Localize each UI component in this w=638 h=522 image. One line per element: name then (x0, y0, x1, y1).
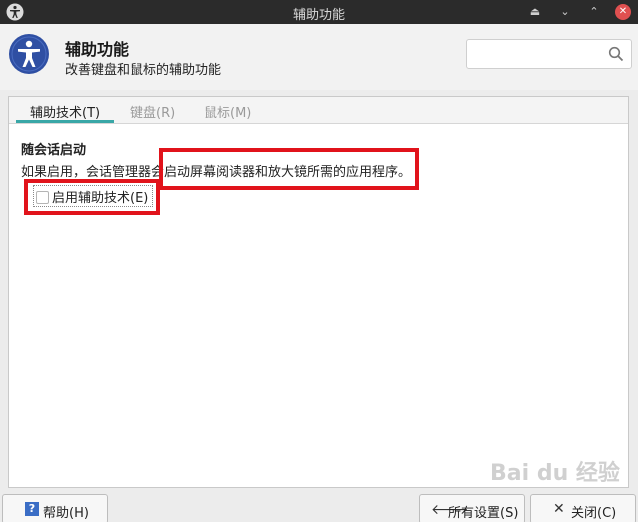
dialog-header: 辅助功能 改善键盘和鼠标的辅助功能 (0, 24, 638, 90)
close-icon: ✕ (553, 501, 565, 517)
tab-mouse[interactable]: 鼠标(M) (204, 102, 251, 121)
all-settings-button-label: 所有设置(S) (448, 506, 519, 521)
search-input[interactable] (473, 45, 603, 63)
page-title: 辅助功能 (65, 40, 130, 59)
watermark: Bai du 经验 (490, 461, 620, 486)
annotation-highlight-box (159, 148, 419, 190)
page-subtitle: 改善键盘和鼠标的辅助功能 (65, 63, 222, 78)
minimize-icon[interactable]: ⏏ (527, 4, 543, 20)
all-settings-button[interactable]: 🡐 所有设置(S) (419, 494, 525, 522)
maximize-icon[interactable]: ⌃ (586, 4, 602, 20)
tab-assistive-tech[interactable]: 辅助技术(T) (30, 102, 100, 121)
close-button[interactable]: ✕ 关闭(C) (530, 494, 636, 522)
window-titlebar: 辅助功能 ⏏ ⌄ ⌃ ✕ (0, 0, 638, 24)
search-icon[interactable] (608, 46, 624, 62)
help-button-label: 帮助(H) (43, 506, 89, 521)
active-tab-indicator (16, 120, 114, 123)
close-icon[interactable]: ✕ (615, 4, 631, 20)
tab-keyboard[interactable]: 键盘(R) (130, 102, 175, 121)
restore-icon[interactable]: ⌄ (557, 4, 573, 20)
accessibility-icon (9, 34, 49, 74)
help-icon: ? (25, 502, 39, 516)
close-button-label: 关闭(C) (571, 506, 617, 521)
help-button[interactable]: ? 帮助(H) (2, 494, 108, 522)
search-box[interactable] (466, 39, 632, 69)
annotation-highlight-box (24, 179, 160, 215)
tab-bar: 辅助技术(T) 键盘(R) 鼠标(M) (9, 97, 628, 124)
section-title: 随会话启动 (21, 143, 87, 158)
